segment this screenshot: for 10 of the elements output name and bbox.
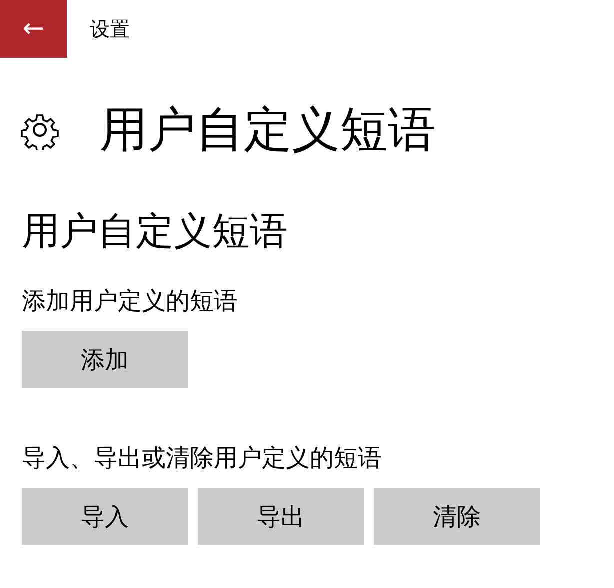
section-label: 添加用户定义的短语 xyxy=(22,286,239,317)
page-title: 用户自定义短语 xyxy=(100,101,436,160)
action-button[interactable]: 添加 xyxy=(22,331,188,388)
back-button[interactable]: ← xyxy=(0,0,67,58)
section-label: 导入、导出或清除用户定义的短语 xyxy=(22,443,383,474)
window-title: 设置 xyxy=(90,16,130,42)
section-title: 用户自定义短语 xyxy=(22,208,289,255)
action-button[interactable]: 导入 xyxy=(22,488,188,545)
action-button[interactable]: 导出 xyxy=(198,488,364,545)
action-button[interactable]: 清除 xyxy=(374,488,540,545)
